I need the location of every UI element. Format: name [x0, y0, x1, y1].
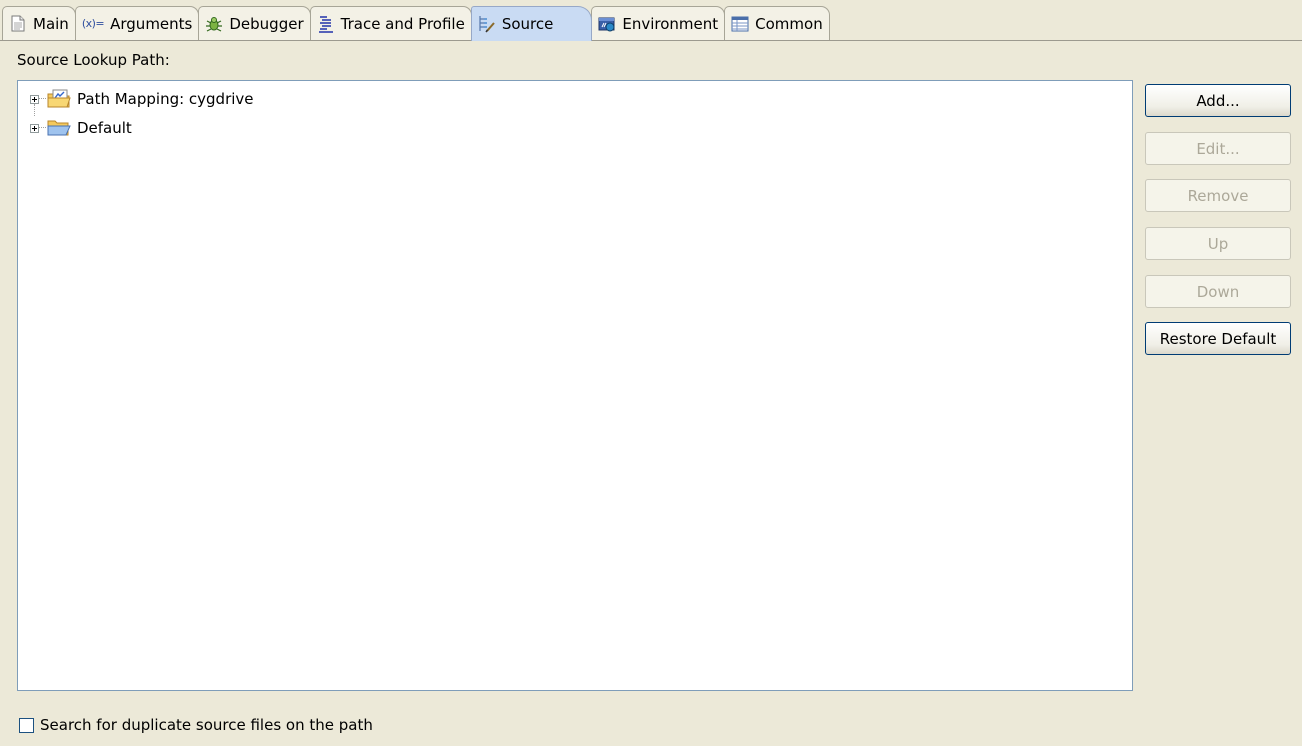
tab-trace-and-profile-label: Trace and Profile — [340, 14, 465, 33]
tab-environment-label: Environment — [622, 14, 719, 33]
source-icon — [478, 15, 496, 33]
tree-item-path-mapping[interactable]: Path Mapping: cygdrive — [30, 88, 254, 110]
tab-arguments-label: Arguments — [110, 14, 193, 33]
environment-icon — [598, 15, 616, 33]
tree-item-label: Path Mapping: cygdrive — [77, 90, 254, 108]
arguments-icon-glyph: (x)= — [81, 17, 105, 30]
edit-button[interactable]: Edit... — [1145, 132, 1291, 165]
tab-main-label: Main — [33, 14, 69, 33]
tab-common[interactable]: Common — [724, 6, 830, 40]
tab-main[interactable]: Main — [2, 6, 76, 40]
tab-source[interactable]: Source — [470, 6, 593, 41]
tree-connector — [39, 127, 46, 129]
search-duplicates-option[interactable]: Search for duplicate source files on the… — [19, 716, 373, 734]
trace-icon — [317, 15, 335, 33]
tab-bar-divider — [0, 40, 1302, 41]
expand-plus-icon[interactable] — [30, 94, 39, 104]
tab-debugger-label: Debugger — [229, 14, 304, 33]
remove-button[interactable]: Remove — [1145, 179, 1291, 212]
bug-icon — [205, 15, 223, 33]
search-duplicates-checkbox[interactable] — [19, 717, 34, 733]
up-button[interactable]: Up — [1145, 227, 1291, 260]
tab-trace-and-profile[interactable]: Trace and Profile — [309, 6, 472, 40]
tab-environment[interactable]: Environment — [591, 6, 726, 40]
restore-default-button[interactable]: Restore Default — [1145, 322, 1291, 355]
path-mapping-folder-icon — [47, 89, 71, 109]
tree-item-default[interactable]: Default — [30, 117, 132, 139]
source-lookup-path-label: Source Lookup Path: — [17, 51, 170, 69]
expand-plus-icon[interactable] — [30, 123, 39, 133]
add-button[interactable]: Add... — [1145, 84, 1291, 117]
tab-common-label: Common — [755, 14, 823, 33]
document-icon — [9, 15, 27, 33]
source-lookup-tree[interactable]: Path Mapping: cygdrive Default — [17, 80, 1133, 691]
search-duplicates-label[interactable]: Search for duplicate source files on the… — [40, 716, 373, 734]
tree-item-label: Default — [77, 119, 132, 137]
tab-debugger[interactable]: Debugger — [198, 6, 311, 40]
tab-arguments[interactable]: (x)= Arguments — [74, 6, 200, 40]
tab-source-label: Source — [501, 15, 554, 33]
folder-icon — [47, 118, 71, 138]
tab-strip: Main (x)= Arguments Debugger Trace and P… — [2, 6, 830, 41]
common-icon — [731, 15, 749, 33]
tree-connector — [39, 98, 46, 100]
launch-config-tab-bar: Main (x)= Arguments Debugger Trace and P… — [0, 0, 1302, 41]
arguments-icon: (x)= — [81, 15, 105, 33]
down-button[interactable]: Down — [1145, 275, 1291, 308]
